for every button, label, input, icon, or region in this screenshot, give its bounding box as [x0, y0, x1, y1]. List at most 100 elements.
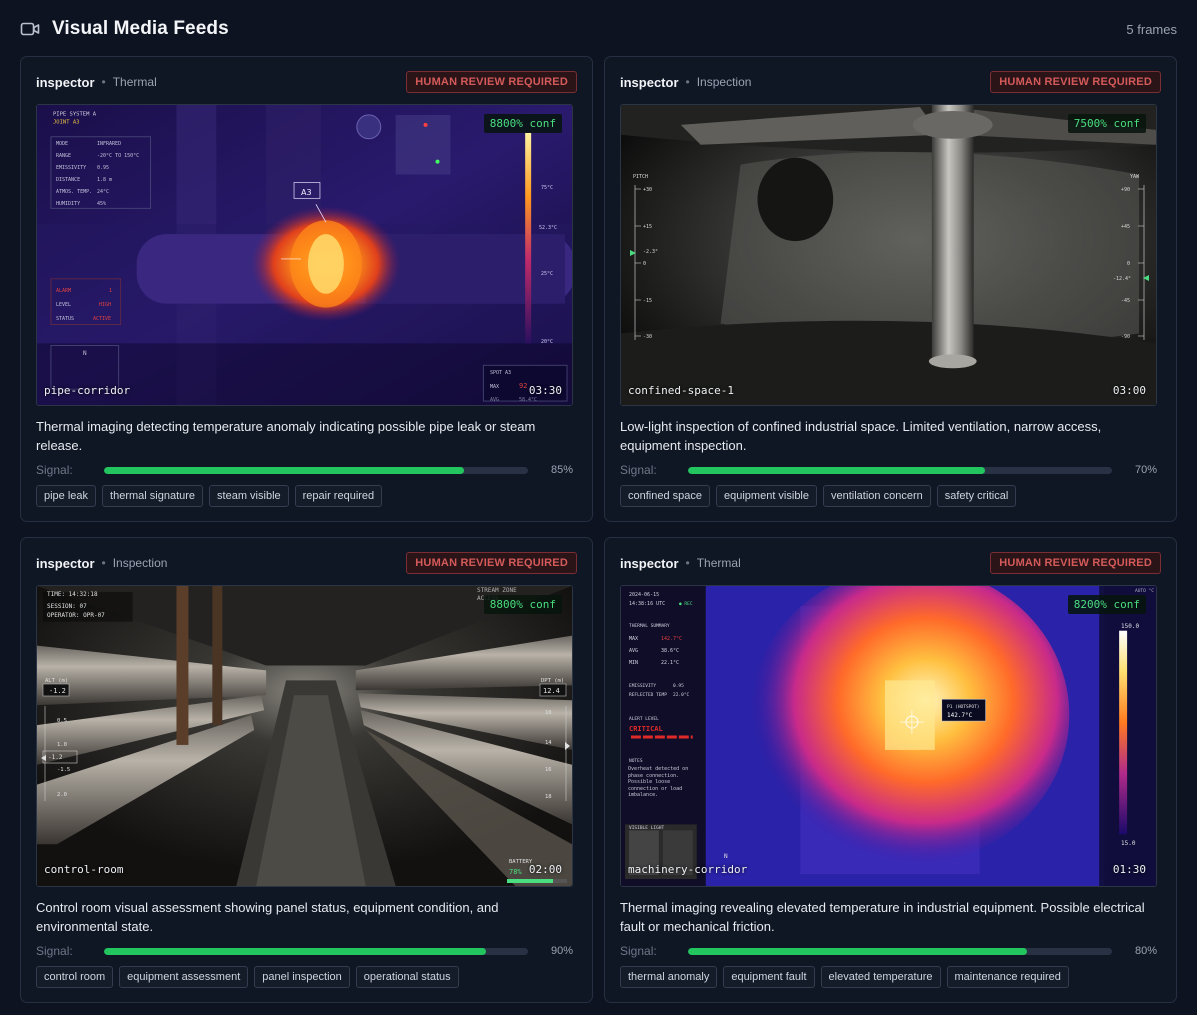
thermal-frame[interactable]: PIPE SYSTEM A JOINT A3 MODE INFRARED RANG…: [36, 104, 573, 406]
tag-list: pipe leak thermal signature steam visibl…: [36, 485, 383, 507]
svg-text:1.8 m: 1.8 m: [97, 177, 112, 183]
svg-text:DISTANCE: DISTANCE: [56, 177, 80, 183]
svg-text:PITCH: PITCH: [633, 174, 648, 180]
svg-text:A3: A3: [301, 188, 312, 197]
tag[interactable]: equipment assessment: [119, 966, 249, 988]
media-card[interactable]: inspector • Thermal HUMAN REVIEW REQUIRE…: [604, 537, 1177, 1003]
tag[interactable]: panel inspection: [254, 966, 350, 988]
svg-text:14: 14: [545, 740, 552, 746]
card-author: inspector: [620, 555, 679, 571]
tag[interactable]: thermal signature: [102, 485, 204, 507]
svg-text:0.95: 0.95: [97, 165, 109, 171]
svg-text:THERMAL SUMMARY: THERMAL SUMMARY: [629, 623, 670, 629]
svg-text:HUMIDITY: HUMIDITY: [56, 201, 80, 207]
svg-text:AVG: AVG: [629, 648, 638, 654]
card-description: Thermal imaging detecting temperature an…: [36, 419, 536, 453]
svg-text:DPT (m): DPT (m): [541, 678, 564, 684]
tag-list: thermal anomaly equipment fault elevated…: [620, 966, 1069, 988]
thermal-frame[interactable]: 2024-06-15 14:38:16 UTC ● REC THERMAL SU…: [620, 585, 1157, 887]
duration: 03:30: [528, 384, 562, 397]
svg-text:25°C: 25°C: [541, 271, 553, 277]
svg-text:-1.2: -1.2: [49, 687, 66, 695]
svg-text:142.7°C: 142.7°C: [661, 636, 682, 642]
tag[interactable]: ventilation concern: [823, 485, 931, 507]
review-badge[interactable]: HUMAN REVIEW REQUIRED: [990, 71, 1161, 93]
review-badge[interactable]: HUMAN REVIEW REQUIRED: [406, 71, 577, 93]
tag[interactable]: equipment visible: [716, 485, 817, 507]
svg-text:VISIBLE LIGHT: VISIBLE LIGHT: [629, 825, 665, 831]
svg-text:AVG: AVG: [490, 397, 499, 403]
tag[interactable]: equipment fault: [723, 966, 815, 988]
svg-text:52.3°C: 52.3°C: [539, 225, 557, 231]
svg-text:ATMOS. TEMP.: ATMOS. TEMP.: [56, 189, 92, 195]
media-card[interactable]: inspector • Inspection HUMAN REVIEW REQU…: [604, 56, 1177, 522]
svg-text:22.1°C: 22.1°C: [661, 660, 679, 666]
tag[interactable]: operational status: [355, 966, 459, 988]
inspection-frame[interactable]: TIME: 14:32:18 SESSION: 07 OPERATOR: OPR…: [36, 585, 573, 887]
duration: 02:00: [528, 863, 562, 876]
tag[interactable]: pipe leak: [36, 485, 97, 507]
svg-text:OPERATOR: OPR-07: OPERATOR: OPR-07: [47, 612, 105, 619]
tag[interactable]: steam visible: [209, 485, 289, 507]
svg-text:MAX: MAX: [490, 384, 499, 390]
signal-meter: Signal: 70%: [620, 463, 1157, 477]
signal-percent: 85%: [550, 464, 573, 476]
signal-percent: 70%: [1134, 464, 1157, 476]
card-kind: Thermal: [112, 75, 157, 89]
svg-text:-90: -90: [1121, 334, 1130, 340]
svg-text:0: 0: [643, 261, 646, 267]
tag-list: control room equipment assessment panel …: [36, 966, 459, 988]
svg-text:1.0: 1.0: [57, 742, 67, 748]
media-card[interactable]: inspector • Inspection HUMAN REVIEW REQU…: [20, 537, 593, 1003]
svg-text:15.0: 15.0: [1121, 840, 1136, 847]
tag[interactable]: repair required: [294, 485, 383, 507]
card-kind: Thermal: [696, 556, 741, 570]
review-badge[interactable]: HUMAN REVIEW REQUIRED: [990, 552, 1161, 574]
tag[interactable]: maintenance required: [946, 966, 1069, 988]
thermal-overlay: PIPE SYSTEM A JOINT A3 MODE INFRARED RANG…: [53, 111, 557, 403]
inspection-frame[interactable]: PITCH YAW +30 +15 0 -15 -30 -2.3° +90 +4…: [620, 104, 1157, 406]
video-camera-icon: [20, 18, 42, 40]
svg-text:150.0: 150.0: [1121, 623, 1139, 630]
tag[interactable]: safety critical: [936, 485, 1017, 507]
svg-text:-20°C TO 150°C: -20°C TO 150°C: [97, 153, 139, 159]
svg-text:2024-06-15: 2024-06-15: [629, 592, 659, 598]
signal-bar: [688, 466, 1112, 474]
tag[interactable]: confined space: [620, 485, 710, 507]
tag[interactable]: thermal anomaly: [620, 966, 718, 988]
feed-name: pipe-corridor: [44, 384, 131, 397]
svg-text:+30: +30: [643, 187, 652, 193]
thermal-panel-overlay: 2024-06-15 14:38:16 UTC ● REC THERMAL SU…: [628, 588, 1154, 860]
signal-percent: 80%: [1134, 945, 1157, 957]
svg-text:-12.4°: -12.4°: [1113, 276, 1131, 282]
svg-text:ALT (m): ALT (m): [45, 678, 68, 684]
svg-text:ALERT LEVEL: ALERT LEVEL: [629, 716, 659, 722]
frame-count: 5 frames: [1126, 21, 1177, 37]
svg-text:+15: +15: [643, 224, 652, 230]
review-badge[interactable]: HUMAN REVIEW REQUIRED: [406, 552, 577, 574]
svg-text:JOINT A3: JOINT A3: [53, 119, 80, 125]
tag[interactable]: control room: [36, 966, 114, 988]
confidence-badge: 8200% conf: [1067, 595, 1146, 614]
media-card[interactable]: inspector • Thermal HUMAN REVIEW REQUIRE…: [20, 56, 593, 522]
duration: 01:30: [1112, 863, 1146, 876]
svg-text:75°C: 75°C: [541, 185, 553, 191]
svg-text:LEVEL: LEVEL: [56, 302, 71, 308]
svg-text:-2.3°: -2.3°: [643, 249, 658, 255]
svg-text:NOTES: NOTES: [629, 758, 643, 764]
svg-text:0: 0: [1127, 261, 1130, 267]
svg-text:24°C: 24°C: [97, 189, 109, 195]
svg-text:-30: -30: [643, 334, 652, 340]
svg-text:YAW: YAW: [1130, 174, 1140, 180]
svg-text:0.95: 0.95: [673, 683, 684, 689]
svg-text:SPOT A3: SPOT A3: [490, 370, 511, 376]
feeds-header: Visual Media Feeds 5 frames: [20, 14, 1177, 44]
svg-text:N: N: [724, 853, 728, 860]
page-title: Visual Media Feeds: [52, 18, 229, 39]
svg-text:+90: +90: [1121, 187, 1130, 193]
svg-text:10: 10: [545, 710, 552, 716]
card-description: Low-light inspection of confined industr…: [620, 419, 1102, 453]
tag[interactable]: elevated temperature: [820, 966, 941, 988]
svg-text:EMISSIVITY: EMISSIVITY: [629, 683, 656, 689]
svg-text:16: 16: [545, 767, 552, 773]
